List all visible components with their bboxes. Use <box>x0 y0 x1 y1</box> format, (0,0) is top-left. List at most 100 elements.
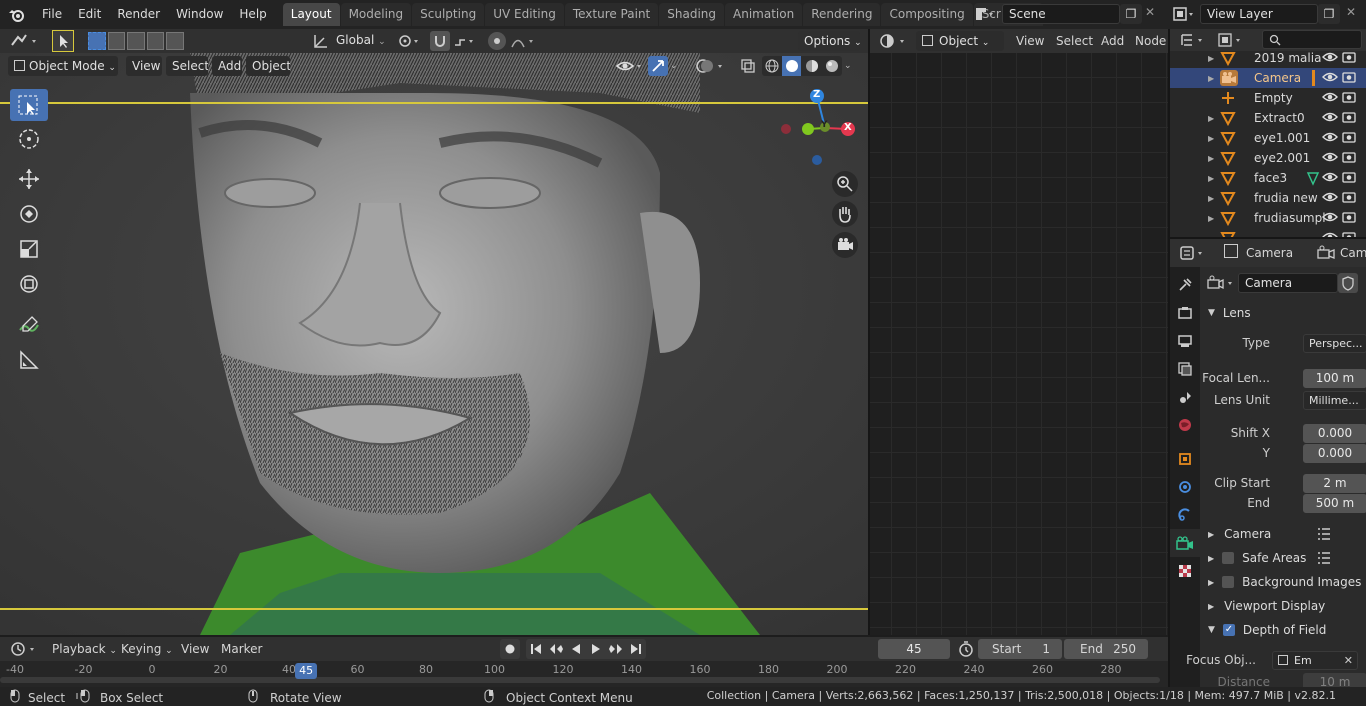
auto-keying-record-icon[interactable] <box>500 639 520 659</box>
play-reverse-icon[interactable] <box>566 639 586 659</box>
expand-arrow-icon[interactable]: ▶ <box>1208 74 1218 83</box>
navigation-gizmo[interactable]: Z Y X <box>780 89 860 169</box>
blender-logo-icon[interactable] <box>0 0 34 29</box>
render-camera-icon[interactable] <box>1342 151 1356 166</box>
constraints-tab-icon[interactable] <box>1170 501 1200 529</box>
view-layer-field[interactable]: View Layer <box>1200 4 1318 24</box>
close-scene-icon[interactable]: ✕ <box>1145 5 1159 19</box>
camera-data-browse-icon[interactable] <box>1206 273 1238 293</box>
outliner-item[interactable]: ▶ frudia new <box>1170 188 1366 208</box>
menu-file[interactable]: File <box>34 0 70 29</box>
presets-list-icon[interactable] <box>1316 550 1332 569</box>
render-camera-icon[interactable] <box>1342 91 1356 106</box>
timeline-menu-marker[interactable]: Marker <box>221 639 262 659</box>
visibility-eye-icon[interactable] <box>1322 51 1338 66</box>
background-images-panel-header[interactable]: ▶ Background Images <box>1200 570 1366 594</box>
outliner-search-input[interactable] <box>1262 30 1362 49</box>
background-images-checkbox[interactable] <box>1222 576 1235 588</box>
render-camera-icon[interactable] <box>1342 211 1356 226</box>
outliner-editor-icon[interactable] <box>1178 31 1208 49</box>
transform-tool-icon[interactable] <box>10 268 48 300</box>
node-menu-node[interactable]: Node <box>1135 31 1166 51</box>
select-tool-icon[interactable] <box>52 30 74 52</box>
tab-uv-editing[interactable]: UV Editing <box>485 3 564 26</box>
cursor-tool-icon[interactable] <box>10 123 48 155</box>
camera-panel-header[interactable]: ▶ Camera <box>1200 522 1366 546</box>
tab-animation[interactable]: Animation <box>725 3 803 26</box>
tab-texture-paint[interactable]: Texture Paint <box>564 3 659 26</box>
select-intersect-icon[interactable] <box>166 32 184 50</box>
jump-end-icon[interactable] <box>626 639 646 659</box>
outliner-item[interactable]: Empty <box>1170 88 1366 108</box>
select-box-tool-icon[interactable] <box>10 89 48 121</box>
menu-help[interactable]: Help <box>231 0 274 29</box>
node-menu-view[interactable]: View <box>1016 31 1044 51</box>
close-view-layer-icon[interactable]: ✕ <box>1346 5 1360 19</box>
timeline-ruler[interactable]: -40 -20 0 20 40 60 80 100 120 140 160 180 200 220 240 2… <box>0 661 1168 687</box>
menu-edit[interactable]: Edit <box>70 0 109 29</box>
timeline-menu-view[interactable]: View <box>181 639 209 659</box>
camera-view-icon[interactable] <box>832 232 858 258</box>
start-frame-field[interactable]: Start 1 <box>978 639 1062 659</box>
scene-tab-icon[interactable] <box>1170 383 1200 411</box>
expand-arrow-icon[interactable]: ▶ <box>1208 54 1218 63</box>
expand-arrow-icon[interactable]: ▶ <box>1208 194 1218 203</box>
end-frame-field[interactable]: End 250 <box>1064 639 1148 659</box>
clip-start-field[interactable]: 2 m <box>1303 473 1366 493</box>
camera-data-tab-icon[interactable] <box>1170 529 1200 557</box>
texture-tab-icon[interactable] <box>1170 557 1200 585</box>
menu-window[interactable]: Window <box>168 0 231 29</box>
scene-icon[interactable] <box>972 4 998 24</box>
overlays-icon[interactable] <box>694 56 728 76</box>
snap-toggle-icon[interactable] <box>430 31 450 51</box>
viewport-menu-add[interactable]: Add <box>212 56 242 76</box>
clip-end-field[interactable]: 500 m <box>1303 493 1366 513</box>
timeline-editor-icon[interactable] <box>8 639 40 659</box>
expand-arrow-icon[interactable]: ▶ <box>1208 154 1218 163</box>
move-tool-icon[interactable] <box>10 163 48 195</box>
fake-user-shield-icon[interactable] <box>1338 273 1358 293</box>
transform-orientation-dropdown[interactable]: Global ⌄ <box>330 31 388 51</box>
outliner-item[interactable]: ▶ frudiasumpl <box>1170 208 1366 228</box>
object-tab-icon[interactable] <box>1170 445 1200 473</box>
pivot-point-icon[interactable] <box>396 32 422 50</box>
safe-areas-checkbox[interactable] <box>1222 552 1235 564</box>
depth-of-field-panel-header[interactable]: ▼ ✓ Depth of Field <box>1200 618 1366 642</box>
view-layer-icon[interactable] <box>1170 4 1198 24</box>
render-camera-icon[interactable] <box>1342 191 1356 206</box>
prev-keyframe-icon[interactable] <box>546 639 566 659</box>
view-layer-tab-icon[interactable] <box>1170 355 1200 383</box>
timeline-scrollbar[interactable] <box>0 677 1160 683</box>
visibility-eye-icon[interactable] <box>1322 131 1338 146</box>
expand-arrow-icon[interactable]: ▶ <box>1208 114 1218 123</box>
copy-view-layer-button[interactable]: ❐ <box>1318 4 1340 24</box>
shader-type-dropdown[interactable]: Object ⌄ <box>916 31 1004 51</box>
tab-sculpting[interactable]: Sculpting <box>412 3 485 26</box>
current-frame-field[interactable]: 45 <box>878 639 950 659</box>
tool-tab-icon[interactable] <box>1170 271 1200 299</box>
focus-object-field[interactable]: Em ✕ <box>1272 650 1358 670</box>
visibility-eye-icon[interactable] <box>1322 191 1338 206</box>
visibility-eye-icon[interactable] <box>1322 71 1338 86</box>
outliner-item[interactable]: ▶ Camera <box>1170 68 1366 88</box>
shift-x-field[interactable]: 0.000 <box>1303 423 1366 443</box>
header-camera-data-name[interactable]: Cam <box>1340 243 1366 263</box>
outliner-item[interactable] <box>1170 228 1366 237</box>
pan-hand-icon[interactable] <box>832 201 858 227</box>
shading-dropdown-icon[interactable]: ⌄ <box>844 56 858 76</box>
tab-layout[interactable]: Layout <box>282 3 340 26</box>
node-menu-select[interactable]: Select <box>1056 31 1093 51</box>
tab-shading[interactable]: Shading <box>659 3 724 26</box>
tab-rendering[interactable]: Rendering <box>803 3 881 26</box>
camera-data-name-field[interactable]: Camera <box>1238 273 1338 293</box>
viewport-menu-select[interactable]: Select <box>166 56 208 76</box>
clear-focus-icon[interactable]: ✕ <box>1344 652 1353 669</box>
falloff-icon[interactable] <box>510 32 538 50</box>
render-tab-icon[interactable] <box>1170 299 1200 327</box>
tab-modeling[interactable]: Modeling <box>340 3 412 26</box>
play-icon[interactable] <box>586 639 606 659</box>
outliner-item[interactable]: ▶ Extract0 <box>1170 108 1366 128</box>
presets-list-icon[interactable] <box>1316 526 1332 545</box>
wireframe-shading-icon[interactable] <box>762 56 781 76</box>
node-menu-add[interactable]: Add <box>1101 31 1124 51</box>
